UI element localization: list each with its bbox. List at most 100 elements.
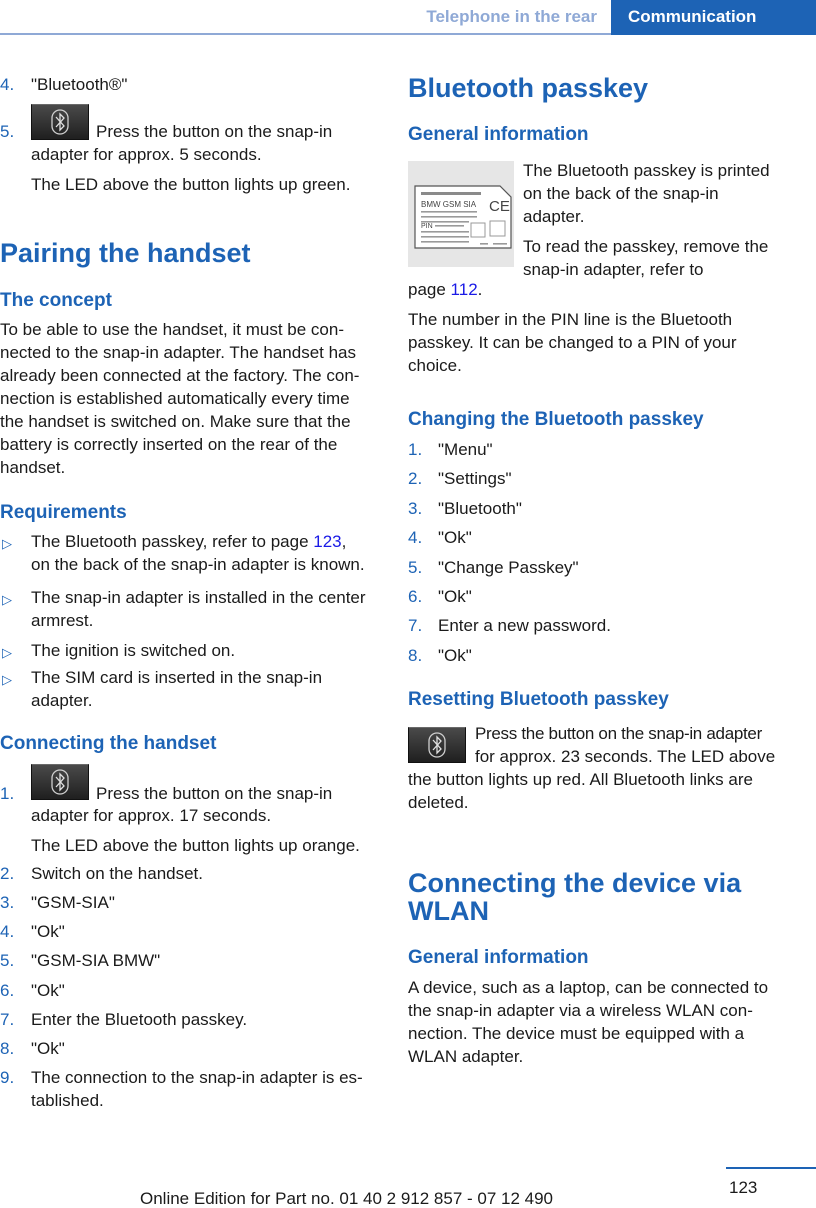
text: . — [477, 280, 483, 299]
step-text: Switch on the handset. — [31, 864, 204, 883]
title-line: Connecting the device via — [408, 868, 742, 898]
text-line: A device, such as a laptop, can be conne… — [408, 978, 769, 997]
ce-mark: CE — [489, 198, 510, 215]
subsection-title-wlan-general: General information — [408, 947, 589, 968]
bluetooth-button-image — [408, 727, 466, 763]
page-link[interactable]: 112 — [451, 280, 478, 299]
footer-divider — [726, 1167, 816, 1169]
resetting-line: the button lights up red. All Bluetooth … — [408, 770, 753, 789]
list-item: 8. "Ok" — [408, 644, 788, 673]
step-number: 5. — [0, 122, 15, 141]
section-title-pairing: Pairing the handset — [0, 238, 251, 268]
bluetooth-button-image — [31, 764, 89, 800]
text: The Bluetooth passkey, refer to page — [31, 532, 314, 551]
step-text: "Ok" — [31, 1039, 65, 1058]
step-text: "Settings" — [438, 469, 512, 489]
sim-label-illustration: BMW GSM SIA CE PIN — [414, 185, 512, 249]
text-line: The Bluetooth passkey is printed — [523, 161, 770, 180]
step-number: 8. — [408, 645, 423, 665]
page-link[interactable]: 123 — [313, 532, 341, 551]
subsection-title-changing: Changing the Bluetooth passkey — [408, 409, 704, 430]
text-line: nection. The device must be equipped wit… — [408, 1024, 745, 1043]
text-line: on the back of the snap-in — [523, 184, 719, 203]
step-text: Press the button on the snap-in — [96, 122, 333, 141]
text-line: nected to the snap-in adapter. The hands… — [0, 343, 357, 362]
list-item: 4. "Ok" — [408, 526, 788, 555]
step-text: "Ok" — [31, 981, 65, 1000]
list-item: 7. Enter a new password. — [408, 614, 788, 643]
requirement-item-line2: armrest. — [31, 611, 94, 630]
text-line: the handset is switched on. Make sure th… — [0, 412, 351, 431]
bullet-triangle-icon: ▷ — [2, 645, 12, 660]
list-item: 5. "Change Passkey" — [408, 556, 788, 585]
subsection-title-concept: The concept — [0, 290, 112, 311]
list-item: 3. "Bluetooth" — [408, 497, 788, 526]
bullet-triangle-icon: ▷ — [2, 592, 12, 607]
step-text: Enter the Bluetooth passkey. — [31, 1010, 248, 1029]
subsection-title-connecting: Connecting the handset — [0, 733, 217, 754]
step-number: 9. — [0, 1068, 15, 1087]
step-text: adapter for approx. 17 seconds. — [31, 806, 272, 825]
step-number: 3. — [0, 893, 15, 912]
bluetooth-icon — [51, 769, 69, 795]
step-number: 1. — [408, 440, 423, 459]
step-number: 6. — [0, 981, 15, 1000]
step-text: The connection to the snap-in adapter is… — [31, 1068, 363, 1087]
step-number: 3. — [408, 498, 423, 518]
step-text: "GSM-SIA BMW" — [31, 951, 161, 970]
step-text: "Change Passkey" — [438, 557, 579, 577]
subsection-title-general: General information — [408, 124, 589, 145]
text-line: WLAN adapter. — [408, 1047, 524, 1066]
requirement-item-line2: adapter. — [31, 691, 93, 710]
bluetooth-icon — [428, 732, 446, 758]
step-number: 5. — [408, 557, 423, 577]
page-reference: page 112. — [408, 278, 482, 301]
step-text: adapter for approx. 5 seconds. — [31, 145, 262, 164]
step-number: 5. — [0, 951, 15, 970]
step-text: tablished. — [31, 1091, 104, 1110]
list-item: 1. "Menu" — [408, 438, 788, 467]
header-chapter-tab[interactable]: Communication — [611, 0, 816, 35]
header-section-tab[interactable]: Telephone in the rear — [400, 0, 611, 33]
step-note: The LED above the button lights up orang… — [31, 836, 360, 855]
list-item: 2. "Settings" — [408, 467, 788, 496]
text-line: already been connected at the factory. T… — [0, 366, 360, 385]
step-text: "Ok" — [31, 922, 65, 941]
label-brand-text: BMW GSM SIA — [421, 200, 477, 209]
step-number: 7. — [0, 1010, 15, 1029]
step-number: 2. — [408, 469, 423, 489]
text-line: handset. — [0, 458, 66, 477]
step-text: Enter a new password. — [438, 616, 611, 636]
concept-paragraph: To be able to use the handset, it must b… — [0, 318, 359, 479]
pin-paragraph: The number in the PIN line is the Blueto… — [408, 308, 737, 377]
bluetooth-icon — [51, 109, 69, 135]
list-item: 6. "Ok" — [408, 585, 788, 614]
step-number: 1. — [0, 784, 15, 803]
bullet-triangle-icon: ▷ — [2, 536, 12, 551]
passkey-label-image: BMW GSM SIA CE PIN — [408, 161, 514, 267]
header-divider — [0, 33, 612, 35]
requirement-item: The SIM card is inserted in the snap-in — [31, 668, 323, 687]
step-number: 2. — [0, 864, 15, 883]
step-text: "GSM-SIA" — [31, 893, 115, 912]
step-text: "Ok" — [438, 586, 472, 606]
subsection-title-resetting: Resetting Bluetooth passkey — [408, 689, 669, 710]
requirement-item-line2: on the back of the snap-in adapter is kn… — [31, 555, 365, 574]
text: page — [408, 280, 451, 299]
text-line: snap-in adapter, refer to — [523, 260, 704, 279]
step-text: "Ok" — [438, 645, 472, 665]
text-line: choice. — [408, 356, 462, 375]
text-line: To be able to use the handset, it must b… — [0, 320, 344, 339]
changing-steps-list: 1. "Menu" 2. "Settings" 3. "Bluetooth" 4. "O… — [408, 438, 788, 673]
general-paragraph: The Bluetooth passkey is printed on the … — [523, 159, 770, 281]
requirement-item: The Bluetooth passkey, refer to page 123… — [31, 530, 346, 553]
step-number: 4. — [408, 528, 423, 548]
step-number: 4. — [0, 75, 15, 94]
step-number: 7. — [408, 616, 423, 636]
resetting-line: Press the button on the snap-in adapter — [475, 724, 762, 743]
step-text: "Bluetooth" — [438, 498, 522, 518]
resetting-line: deleted. — [408, 793, 469, 812]
step-text: "Bluetooth®" — [31, 75, 128, 94]
requirement-item: The ignition is switched on. — [31, 641, 236, 660]
text-line: To read the passkey, remove the — [523, 237, 769, 256]
